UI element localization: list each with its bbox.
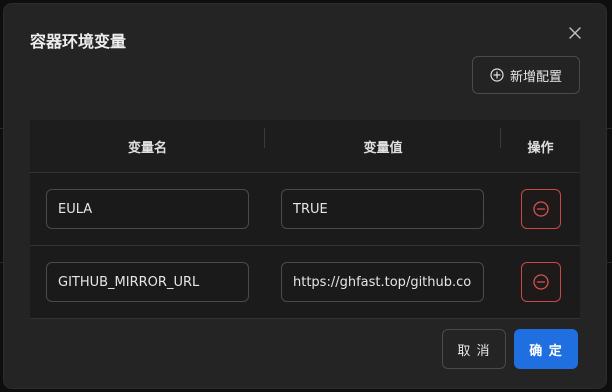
- variable-name-input[interactable]: [46, 189, 249, 229]
- header-variable-name: 变量名: [30, 127, 265, 156]
- action-cell: [501, 262, 580, 302]
- variable-value-input[interactable]: [281, 262, 484, 302]
- cancel-button[interactable]: 取 消: [442, 329, 506, 369]
- remove-row-button[interactable]: [520, 189, 561, 229]
- name-cell: [30, 189, 265, 229]
- add-config-button[interactable]: 新增配置: [472, 56, 580, 94]
- variable-value-input[interactable]: [281, 189, 484, 229]
- value-cell: [265, 262, 501, 302]
- env-table: 变量名 变量值 操作: [30, 120, 580, 319]
- name-cell: [30, 262, 265, 302]
- dialog-footer: 取 消 确 定: [442, 329, 578, 369]
- minus-circle-icon: [532, 201, 549, 217]
- table-header: 变量名 变量值 操作: [30, 120, 580, 173]
- minus-circle-icon: [532, 274, 549, 290]
- action-cell: [501, 189, 580, 229]
- header-variable-value: 变量值: [265, 127, 501, 156]
- variable-name-input[interactable]: [46, 262, 249, 302]
- dialog-title: 容器环境变量: [30, 32, 127, 51]
- table-row: [30, 246, 580, 319]
- header-actions: 操作: [527, 140, 554, 156]
- close-icon[interactable]: [566, 24, 584, 42]
- value-cell: [265, 189, 501, 229]
- remove-row-button[interactable]: [520, 262, 561, 302]
- add-config-label: 新增配置: [509, 69, 562, 85]
- plus-circle-icon: [490, 68, 504, 82]
- table-row: [30, 173, 580, 246]
- env-variables-dialog: 容器环境变量 新增配置 变量名 变量值 操作 EULA TRUE GITHUB_…: [4, 4, 606, 388]
- confirm-button[interactable]: 确 定: [514, 329, 578, 369]
